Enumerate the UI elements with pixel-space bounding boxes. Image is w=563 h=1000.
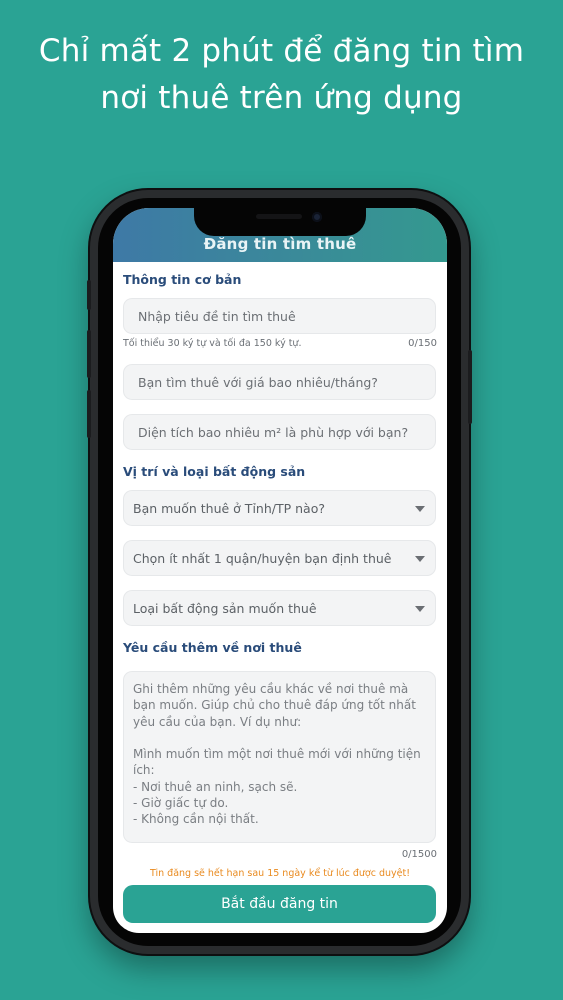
extra-requirements-placeholder: Ghi thêm những yêu cầu khác về nơi thuê … — [133, 682, 421, 827]
district-select[interactable]: Chọn ít nhất 1 quận/huyện bạn định thuê — [123, 540, 436, 576]
title-field[interactable] — [123, 298, 436, 334]
headline: Chỉ mất 2 phút để đăng tin tìm nơi thuê … — [0, 28, 563, 122]
headline-line-2: nơi thuê trên ứng dụng — [100, 80, 463, 116]
front-camera — [312, 212, 322, 222]
phone-screen: Đăng tin tìm thuê Thông tin cơ bản Tối t… — [113, 208, 447, 933]
title-counter: 0/150 — [408, 338, 437, 349]
section-location: Vị trí và loại bất động sản — [123, 464, 306, 479]
extra-counter: 0/1500 — [401, 849, 437, 860]
headline-line-1: Chỉ mất 2 phút để đăng tin tìm — [38, 33, 525, 69]
title-input[interactable] — [124, 299, 435, 333]
section-extra-requirements: Yêu cầu thêm về nơi thuê — [123, 640, 302, 655]
expire-note: Tin đăng sẽ hết hạn sau 15 ngày kể từ lú… — [149, 868, 411, 879]
property-type-select-label: Loại bất động sản muốn thuê — [133, 601, 317, 616]
extra-requirements-textarea[interactable]: Ghi thêm những yêu cầu khác về nơi thuê … — [123, 671, 436, 843]
section-basic-info: Thông tin cơ bản — [123, 272, 242, 287]
phone-side-button-left-1 — [87, 280, 91, 310]
phone-side-button-right — [468, 350, 472, 424]
price-input[interactable] — [124, 365, 435, 399]
phone-side-button-left-2 — [87, 330, 91, 378]
chevron-down-icon — [415, 556, 425, 562]
district-select-label: Chọn ít nhất 1 quận/huyện bạn định thuê — [133, 551, 392, 566]
price-field[interactable] — [123, 364, 436, 400]
province-select[interactable]: Bạn muốn thuê ở Tỉnh/TP nào? — [123, 490, 436, 526]
area-input[interactable] — [124, 415, 435, 449]
phone-notch — [194, 208, 366, 236]
chevron-down-icon — [415, 506, 425, 512]
submit-post-button[interactable]: Bắt đầu đăng tin — [123, 885, 436, 923]
app-title: Đăng tin tìm thuê — [203, 235, 357, 253]
title-hint: Tối thiểu 30 ký tự và tối đa 150 ký tự. — [123, 338, 302, 349]
chevron-down-icon — [415, 606, 425, 612]
property-type-select[interactable]: Loại bất động sản muốn thuê — [123, 590, 436, 626]
phone-side-button-left-3 — [87, 390, 91, 438]
phone-speaker — [256, 214, 302, 219]
province-select-label: Bạn muốn thuê ở Tỉnh/TP nào? — [133, 501, 325, 516]
area-field[interactable] — [123, 414, 436, 450]
